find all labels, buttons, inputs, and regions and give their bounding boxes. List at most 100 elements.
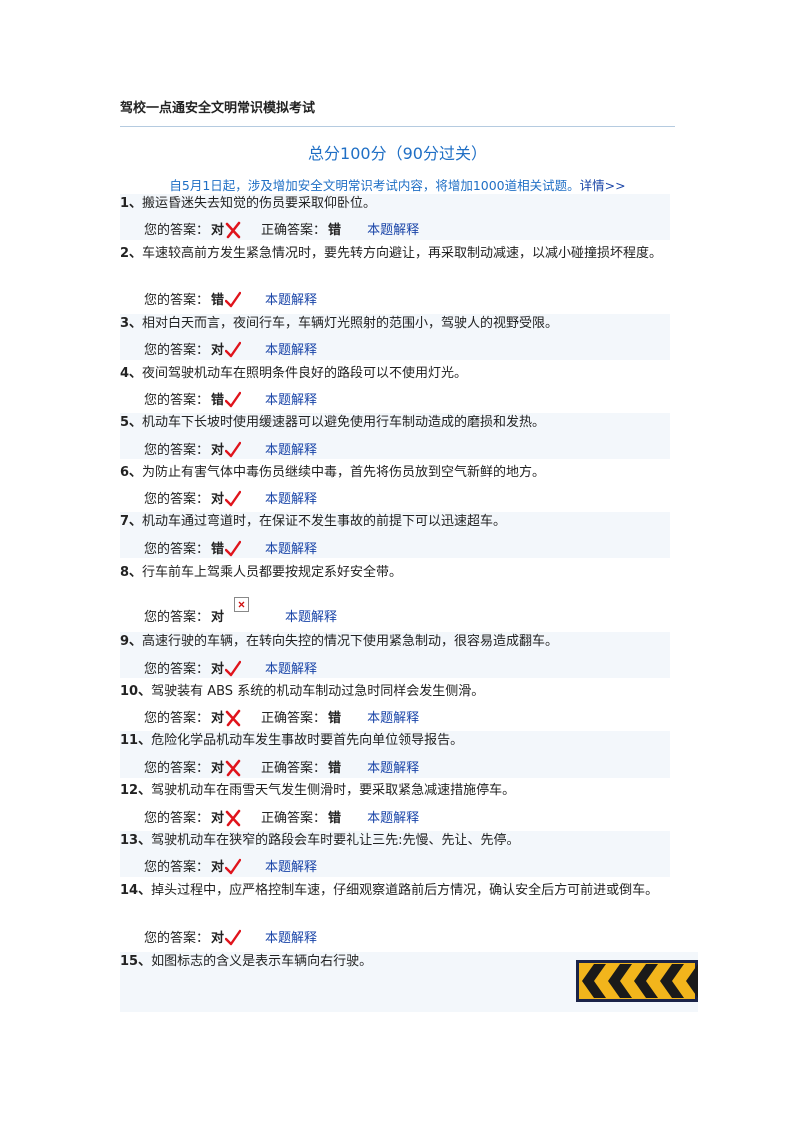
- red-check-icon: [225, 291, 242, 308]
- page-title: 驾校一点通安全文明常识模拟考试: [120, 97, 675, 127]
- answer-row-1: 您的答案：对 正确答案：错 本题解释: [144, 221, 419, 241]
- correct-answer-label: 正确答案：: [261, 711, 327, 726]
- question-number: 3、: [120, 316, 143, 331]
- explain-link[interactable]: 本题解释: [265, 443, 317, 458]
- explain-link[interactable]: 本题解释: [367, 761, 419, 776]
- question-text: 如图标志的含义是表示车辆向右行驶。: [151, 954, 373, 969]
- your-answer-value: 错: [211, 542, 225, 557]
- question-4: 4、夜间驾驶机动车在照明条件良好的路段可以不使用灯光。: [120, 364, 670, 384]
- answer-row-9: 您的答案：对 本题解释: [144, 660, 317, 680]
- explain-link[interactable]: 本题解释: [265, 931, 317, 946]
- explain-link[interactable]: 本题解释: [265, 860, 317, 875]
- question-number: 13、: [120, 833, 152, 848]
- your-answer-label: 您的答案：: [144, 343, 210, 358]
- explain-link[interactable]: 本题解释: [265, 492, 317, 507]
- your-answer-label: 您的答案：: [144, 931, 210, 946]
- question-12: 12、驾驶机动车在雨雪天气发生侧滑时，要采取紧急减速措施停车。: [120, 781, 670, 801]
- your-answer-value: 对: [211, 610, 225, 625]
- red-check-icon: [225, 929, 242, 946]
- question-number: 15、: [120, 954, 152, 969]
- question-number: 10、: [120, 684, 152, 699]
- question-text: 夜间驾驶机动车在照明条件良好的路段可以不使用灯光。: [142, 366, 468, 381]
- your-answer-label: 您的答案：: [144, 811, 210, 826]
- correct-answer-label: 正确答案：: [261, 223, 327, 238]
- question-text: 危险化学品机动车发生事故时要首先向单位领导报告。: [151, 733, 464, 748]
- red-check-icon: [225, 490, 242, 507]
- explain-link[interactable]: 本题解释: [367, 711, 419, 726]
- question-number: 1、: [120, 196, 143, 211]
- red-check-icon: [225, 660, 242, 677]
- your-answer-label: 您的答案：: [144, 662, 210, 677]
- question-text: 机动车下长坡时使用缓速器可以避免使用行车制动造成的磨损和发热。: [142, 415, 546, 430]
- question-8: 8、行车前车上驾乘人员都要按规定系好安全带。: [120, 563, 670, 583]
- your-answer-value: 对: [211, 761, 225, 776]
- question-text: 相对白天而言，夜间行车，车辆灯光照射的范围小，驾驶人的视野受限。: [142, 316, 559, 331]
- chevron-sign: [576, 960, 698, 1002]
- question-number: 12、: [120, 783, 152, 798]
- your-answer-value: 对: [211, 931, 225, 946]
- question-6: 6、为防止有害气体中毒伤员继续中毒，首先将伤员放到空气新鲜的地方。: [120, 463, 670, 483]
- correct-answer-label: 正确答案：: [261, 811, 327, 826]
- question-text: 掉头过程中，应严格控制车速，仔细观察道路前后方情况，确认安全后方可前进或倒车。: [151, 883, 659, 898]
- correct-answer-value: 错: [328, 811, 342, 826]
- your-answer-value: 对: [211, 662, 225, 677]
- explain-link[interactable]: 本题解释: [265, 662, 317, 677]
- red-cross-icon: [225, 809, 241, 827]
- question-text: 搬运昏迷失去知觉的伤员要采取仰卧位。: [142, 196, 377, 211]
- your-answer-label: 您的答案：: [144, 761, 210, 776]
- explain-link[interactable]: 本题解释: [367, 223, 419, 238]
- answer-row-7: 您的答案：错 本题解释: [144, 540, 317, 560]
- your-answer-label: 您的答案：: [144, 542, 210, 557]
- question-14: 14、掉头过程中，应严格控制车速，仔细观察道路前后方情况，确认安全后方可前进或倒…: [120, 881, 670, 901]
- question-number: 6、: [120, 465, 143, 480]
- red-check-icon: [225, 341, 242, 358]
- explain-link[interactable]: 本题解释: [265, 393, 317, 408]
- your-answer-value: 对: [211, 711, 225, 726]
- answer-row-8: 您的答案：对 本题解释: [144, 597, 337, 628]
- answer-row-11: 您的答案：对 正确答案：错 本题解释: [144, 759, 419, 779]
- your-answer-label: 您的答案：: [144, 393, 210, 408]
- your-answer-value: 对: [211, 860, 225, 875]
- question-number: 7、: [120, 514, 143, 529]
- answer-row-13: 您的答案：对 本题解释: [144, 858, 317, 878]
- explain-link[interactable]: 本题解释: [265, 343, 317, 358]
- explain-link[interactable]: 本题解释: [367, 811, 419, 826]
- correct-answer-value: 错: [328, 223, 342, 238]
- explain-link[interactable]: 本题解释: [285, 610, 337, 625]
- correct-answer-value: 错: [328, 711, 342, 726]
- question-text: 驾驶装有 ABS 系统的机动车制动过急时同样会发生侧滑。: [151, 684, 485, 699]
- score-title: 总分100分（90分过关）: [308, 144, 487, 163]
- your-answer-value: 错: [211, 293, 225, 308]
- question-number: 4、: [120, 366, 143, 381]
- question-text: 行车前车上驾乘人员都要按规定系好安全带。: [142, 565, 403, 580]
- red-check-icon: [225, 441, 242, 458]
- question-number: 8、: [120, 565, 143, 580]
- notice-details-link[interactable]: 详情>>: [580, 178, 626, 193]
- red-cross-icon: [225, 221, 241, 239]
- question-text: 机动车通过弯道时，在保证不发生事故的前提下可以迅速超车。: [142, 514, 507, 529]
- question-number: 9、: [120, 634, 143, 649]
- question-2: 2、车速较高前方发生紧急情况时，要先转方向避让，再采取制动减速，以减小碰撞损坏程…: [120, 244, 670, 264]
- explain-link[interactable]: 本题解释: [265, 293, 317, 308]
- answer-row-4: 您的答案：错 本题解释: [144, 391, 317, 411]
- red-check-icon: [225, 391, 242, 408]
- answer-row-10: 您的答案：对 正确答案：错 本题解释: [144, 709, 419, 729]
- broken-image-icon: [234, 597, 250, 612]
- correct-answer-label: 正确答案：: [261, 761, 327, 776]
- your-answer-value: 对: [211, 811, 225, 826]
- answer-row-14: 您的答案：对 本题解释: [144, 929, 317, 949]
- your-answer-label: 您的答案：: [144, 860, 210, 875]
- answer-row-6: 您的答案：对 本题解释: [144, 490, 317, 510]
- question-text: 车速较高前方发生紧急情况时，要先转方向避让，再采取制动减速，以减小碰撞损坏程度。: [142, 246, 663, 261]
- your-answer-label: 您的答案：: [144, 293, 210, 308]
- notice-text: 自5月1日起，涉及增加安全文明常识考试内容，将增加1000道相关试题。: [169, 178, 580, 193]
- question-text: 高速行驶的车辆，在转向失控的情况下使用紧急制动，很容易造成翻车。: [142, 634, 559, 649]
- your-answer-label: 您的答案：: [144, 492, 210, 507]
- red-check-icon: [225, 540, 242, 557]
- your-answer-label: 您的答案：: [144, 443, 210, 458]
- red-cross-icon: [225, 709, 241, 727]
- your-answer-value: 错: [211, 393, 225, 408]
- question-number: 11、: [120, 733, 152, 748]
- your-answer-value: 对: [211, 343, 225, 358]
- explain-link[interactable]: 本题解释: [265, 542, 317, 557]
